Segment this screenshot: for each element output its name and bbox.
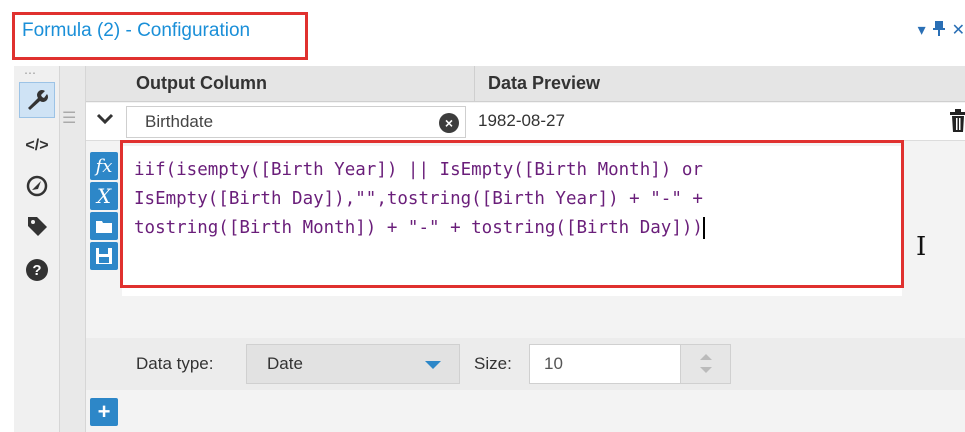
expression-line-2: IsEmpty([Birth Day]),"",tostring([Birth … <box>134 189 703 209</box>
svg-text:?: ? <box>32 262 41 279</box>
grid-header: Output Column Data Preview <box>86 66 965 102</box>
function-icon[interactable]: fx <box>90 152 118 180</box>
stepper-down-icon[interactable] <box>700 367 712 373</box>
help-icon[interactable]: ? <box>19 252 55 288</box>
window-title: Formula (2) - Configuration <box>22 20 251 41</box>
code-icon[interactable]: </> <box>19 128 55 164</box>
save-icon[interactable] <box>90 242 118 270</box>
open-icon[interactable] <box>90 212 118 240</box>
tag-icon[interactable] <box>19 208 55 244</box>
expression-editor[interactable]: iif(isempty([Birth Year]) || IsEmpty([Bi… <box>134 156 894 243</box>
table-row: Birthdate × 1982-08-27 <box>86 103 965 141</box>
expression-line-1: iif(isempty([Birth Year]) || IsEmpty([Bi… <box>134 160 703 180</box>
navigate-icon[interactable] <box>19 168 55 204</box>
header-data-preview: Data Preview <box>488 73 601 93</box>
close-icon[interactable]: ✕ <box>952 20 965 41</box>
data-type-value: Date <box>267 354 303 373</box>
field-settings-bar: Data type: Date Size: 10 <box>86 338 965 390</box>
size-label: Size: <box>474 354 512 373</box>
drag-handle-icon[interactable]: ☰ <box>62 108 76 128</box>
chevron-down-icon[interactable] <box>96 108 114 131</box>
output-column-field[interactable]: Birthdate × <box>126 106 466 138</box>
trash-icon[interactable] <box>949 109 965 138</box>
ibeam-cursor-icon: I <box>916 232 927 262</box>
wrench-icon[interactable] <box>19 82 55 118</box>
data-type-select[interactable]: Date <box>246 344 460 384</box>
data-type-label: Data type: <box>136 354 214 373</box>
clear-icon[interactable]: × <box>439 113 459 133</box>
data-preview-value: 1982-08-27 <box>478 111 565 130</box>
pin-icon[interactable] <box>932 20 946 41</box>
editor-side-buttons: fx X <box>86 152 120 302</box>
add-row-bar: + <box>86 392 965 432</box>
expression-line-3: tostring([Birth Month]) + "-" + tostring… <box>134 218 703 238</box>
grip-icon[interactable]: ⋯ <box>24 66 37 80</box>
dropdown-arrow-icon <box>425 361 441 369</box>
size-input[interactable]: 10 <box>529 344 731 384</box>
title-bar: Formula (2) - Configuration ▾ ✕ <box>0 0 965 66</box>
variable-icon[interactable]: X <box>90 182 118 210</box>
header-output-column: Output Column <box>136 73 267 93</box>
tool-sidebar: ⋯ </> ? <box>14 66 60 432</box>
window-controls: ▾ ✕ <box>918 20 965 41</box>
stepper-up-icon[interactable] <box>700 354 712 360</box>
dropdown-icon[interactable]: ▾ <box>918 20 926 41</box>
header-divider <box>474 66 475 102</box>
output-column-value: Birthdate <box>145 112 214 131</box>
add-formula-button[interactable]: + <box>90 398 118 426</box>
text-caret <box>702 217 705 239</box>
size-value: 10 <box>544 354 563 373</box>
size-stepper[interactable] <box>680 345 730 383</box>
